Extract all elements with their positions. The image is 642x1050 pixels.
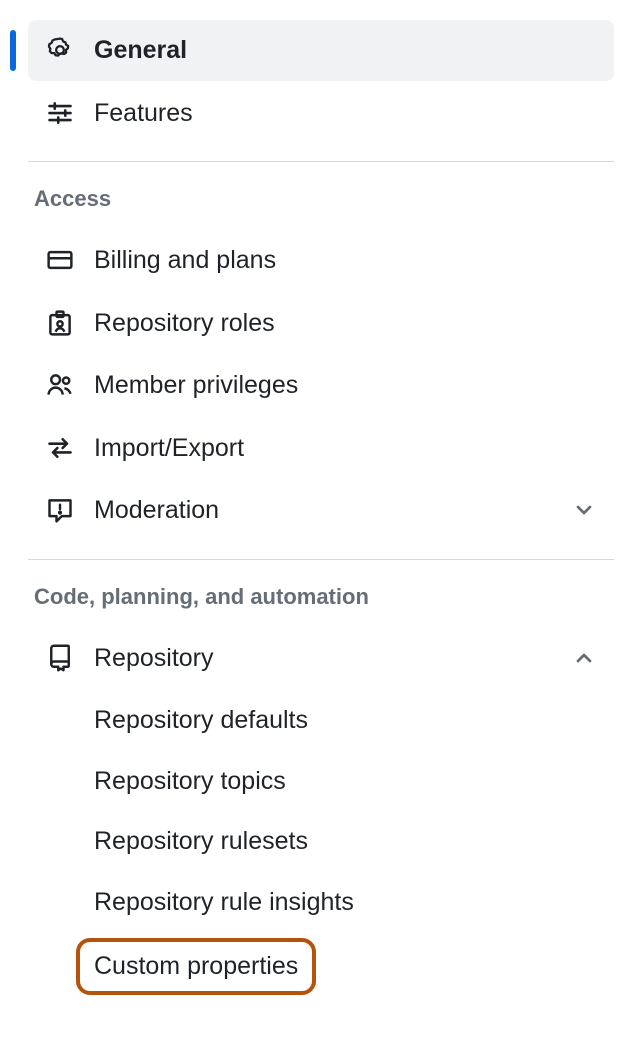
sidebar-item-label: General <box>94 34 187 67</box>
sidebar-subitem-custom-properties[interactable]: Custom properties <box>28 932 614 1001</box>
chevron-up-icon <box>572 646 596 670</box>
sidebar-item-repository-roles[interactable]: Repository roles <box>28 293 614 354</box>
sidebar-subitem-label: Repository topics <box>94 767 286 795</box>
chevron-down-icon <box>572 498 596 522</box>
sidebar-item-label: Member privileges <box>94 369 298 402</box>
sidebar-item-general[interactable]: General <box>28 20 614 81</box>
section-header-access: Access <box>34 186 614 230</box>
sidebar-subitem-label: Repository rulesets <box>94 827 308 855</box>
sliders-icon <box>46 99 74 127</box>
sidebar-top-group: General Features <box>28 20 614 143</box>
highlight-callout: Custom properties <box>76 938 316 995</box>
divider <box>28 161 614 162</box>
sidebar-item-label: Features <box>94 97 193 130</box>
sidebar-item-label: Repository <box>94 642 214 675</box>
sidebar-access-group: Billing and plans Repository roles <box>28 230 614 541</box>
repo-icon <box>46 644 74 672</box>
sidebar-item-member-privileges[interactable]: Member privileges <box>28 355 614 416</box>
sidebar-item-repository[interactable]: Repository <box>28 628 614 689</box>
sidebar-item-label: Repository roles <box>94 307 275 340</box>
sidebar-item-import-export[interactable]: Import/Export <box>28 418 614 479</box>
sidebar-subitem-repository-rule-insights[interactable]: Repository rule insights <box>28 872 614 933</box>
sidebar-item-billing[interactable]: Billing and plans <box>28 230 614 291</box>
sidebar-subitem-repository-rulesets[interactable]: Repository rulesets <box>28 811 614 872</box>
section-header-code: Code, planning, and automation <box>34 584 614 628</box>
sidebar-subitem-repository-topics[interactable]: Repository topics <box>28 751 614 812</box>
sidebar-item-features[interactable]: Features <box>28 83 614 144</box>
sidebar-item-label: Billing and plans <box>94 244 276 277</box>
sidebar-item-label: Moderation <box>94 494 219 527</box>
gear-icon <box>46 36 74 64</box>
report-icon <box>46 496 74 524</box>
divider <box>28 559 614 560</box>
settings-sidebar: General Features Access <box>0 0 642 1027</box>
sidebar-subitem-repository-defaults[interactable]: Repository defaults <box>28 690 614 751</box>
id-badge-icon <box>46 309 74 337</box>
sidebar-item-moderation[interactable]: Moderation <box>28 480 614 541</box>
repository-submenu: Repository defaults Repository topics Re… <box>28 690 614 1001</box>
people-icon <box>46 371 74 399</box>
sidebar-subitem-label: Repository defaults <box>94 706 308 734</box>
sidebar-subitem-label: Custom properties <box>94 952 298 980</box>
sidebar-subitem-label: Repository rule insights <box>94 888 354 916</box>
arrows-swap-icon <box>46 434 74 462</box>
sidebar-code-group: Repository Repository defaults Repositor… <box>28 628 614 1001</box>
credit-card-icon <box>46 246 74 274</box>
sidebar-item-label: Import/Export <box>94 432 244 465</box>
